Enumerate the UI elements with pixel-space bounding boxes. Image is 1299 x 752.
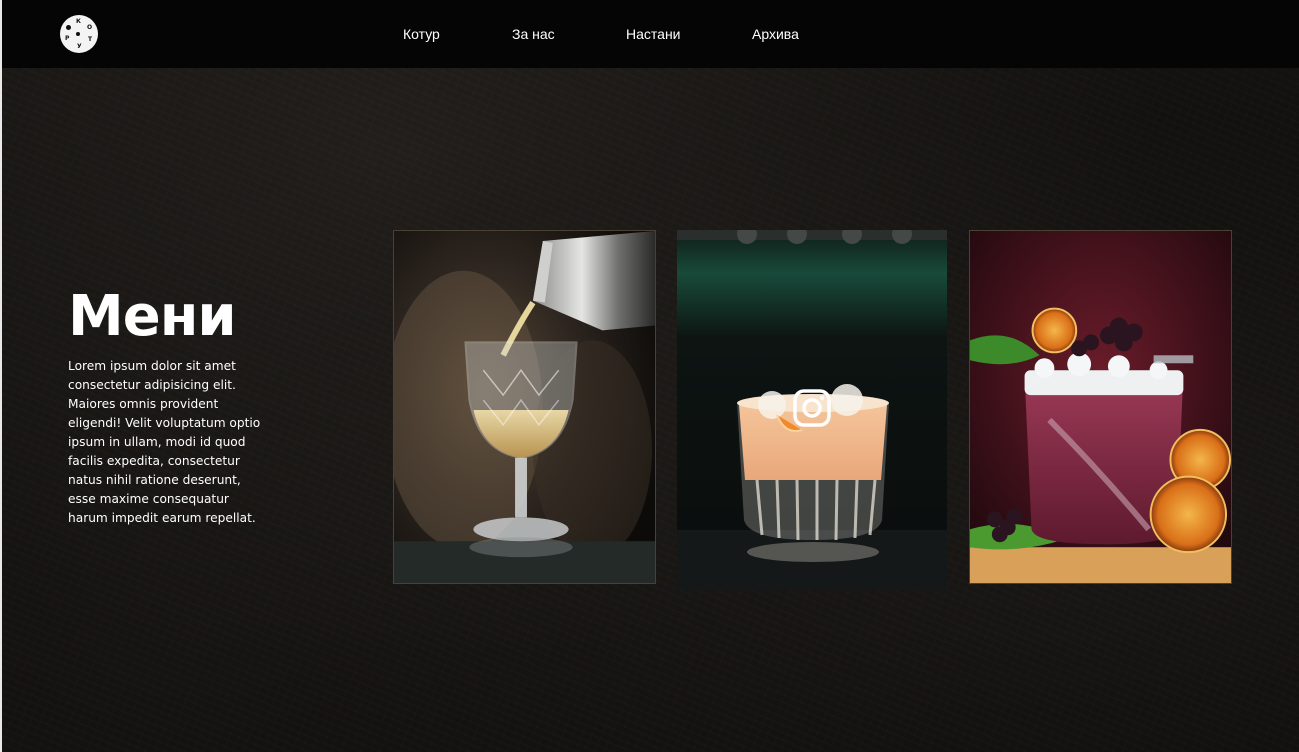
logo-letter: К	[76, 18, 81, 25]
cocktail-photo-berry	[970, 231, 1231, 583]
navbar: К О Т У Р Котур За нас Настани Архива	[2, 0, 1299, 68]
cocktail-photo-pour	[394, 231, 655, 583]
logo-letter: Т	[88, 36, 93, 43]
nav-link-about[interactable]: За нас	[512, 26, 555, 42]
logo-dot	[76, 32, 80, 36]
logo-letter: У	[77, 43, 82, 50]
nav-link-events[interactable]: Настани	[626, 26, 681, 42]
instagram-icon[interactable]	[792, 388, 832, 428]
logo-letter: О	[87, 24, 93, 31]
gallery-card-berry[interactable]	[969, 230, 1232, 584]
page: К О Т У Р Котур За нас Настани Архива Ме…	[0, 0, 1299, 752]
nav-link-archive[interactable]: Архива	[752, 26, 799, 42]
page-title: Мени	[68, 284, 237, 349]
logo-dot	[66, 25, 71, 30]
hero-description: Lorem ipsum dolor sit amet consectetur a…	[68, 359, 261, 525]
gallery-card-pour[interactable]	[393, 230, 656, 584]
logo[interactable]: К О Т У Р	[60, 15, 98, 53]
nav-link-kotur[interactable]: Котур	[403, 26, 440, 42]
logo-letter: Р	[65, 35, 70, 42]
